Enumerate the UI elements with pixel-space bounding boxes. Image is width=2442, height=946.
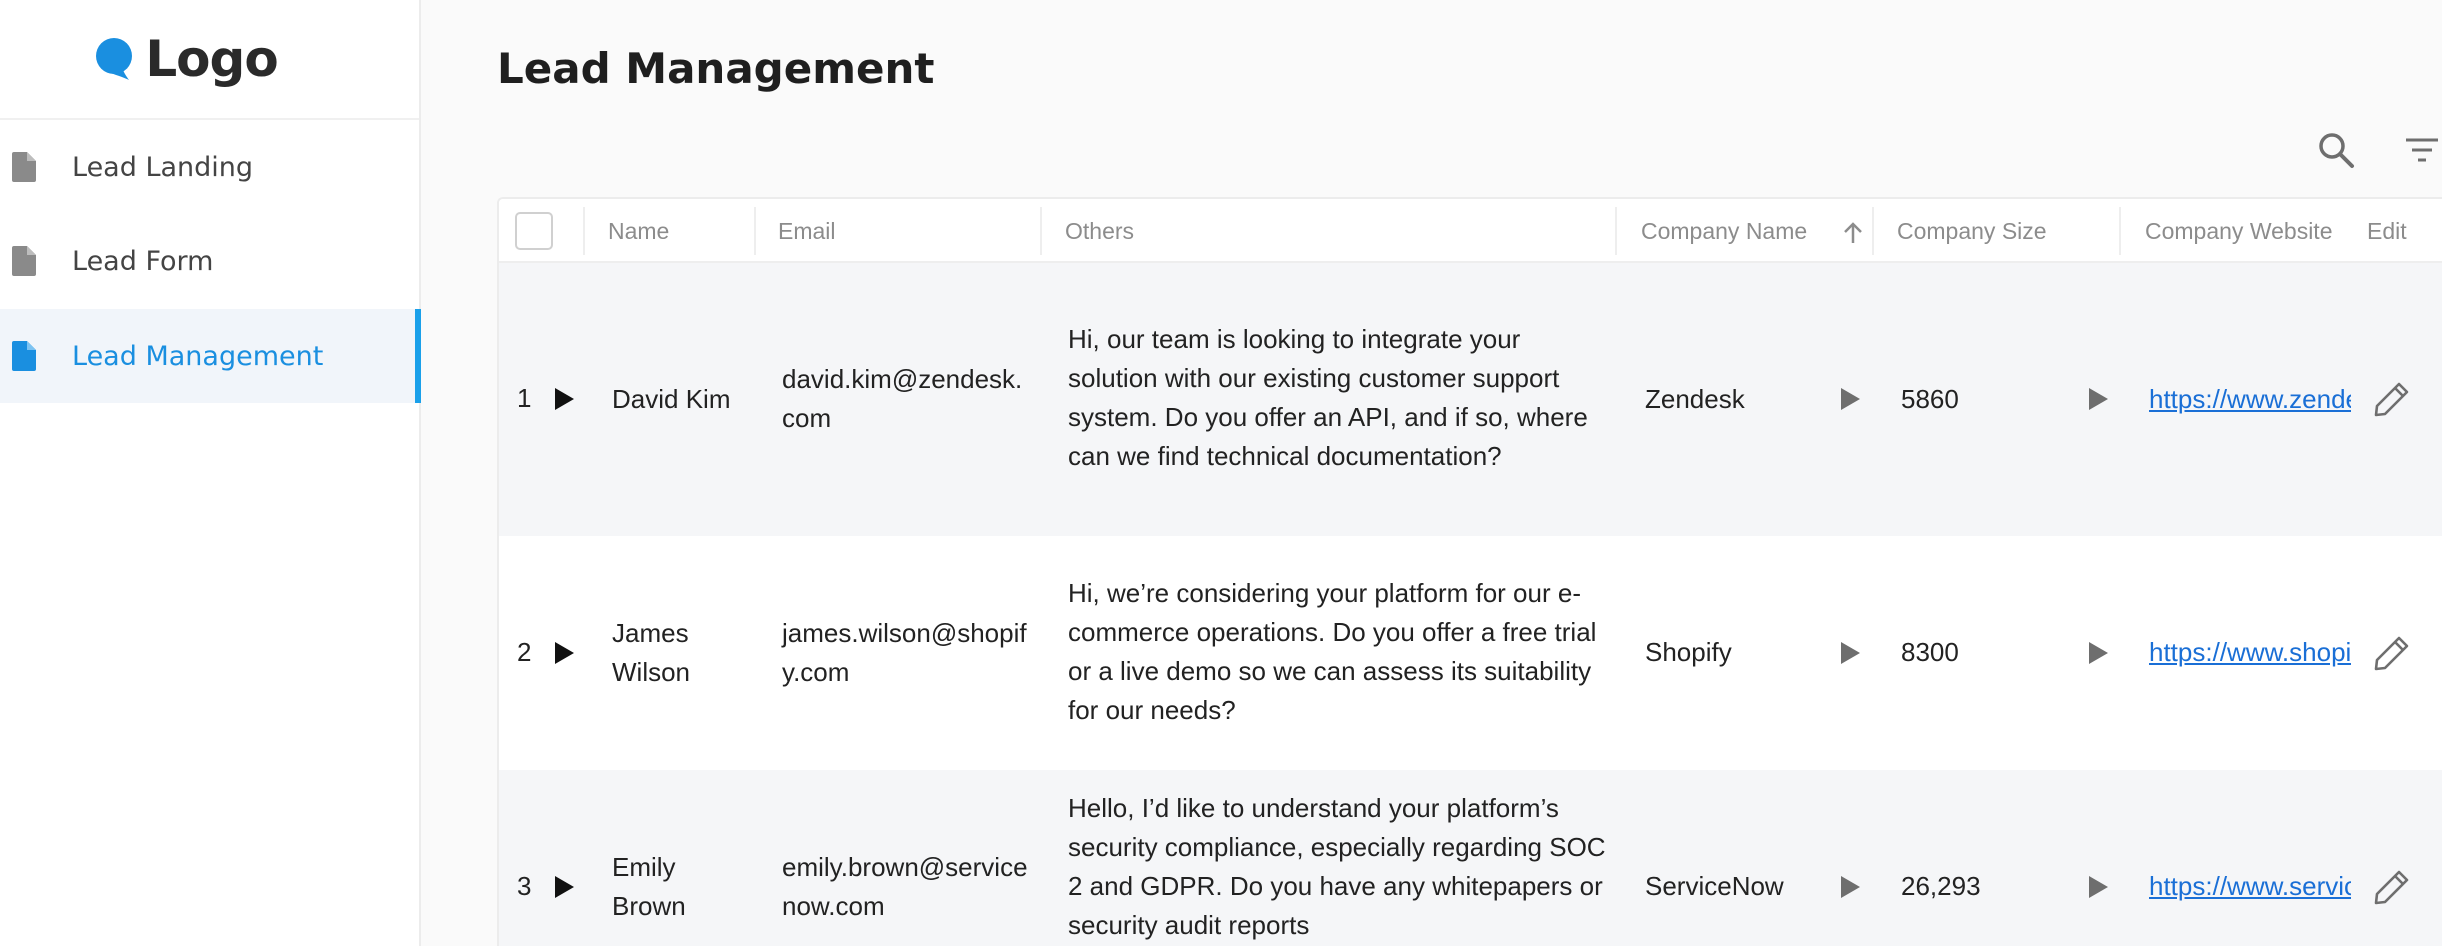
company-website-link[interactable]: https://www.servicenow.com (2149, 867, 2351, 906)
sidebar-item-lead-form[interactable]: Lead Form (0, 214, 421, 308)
logo-text: Logo (145, 30, 278, 88)
logo-icon (96, 38, 133, 80)
column-divider (1872, 207, 1874, 255)
column-divider (583, 207, 585, 255)
expand-cell-icon[interactable] (2087, 875, 2109, 899)
expand-cell-icon[interactable] (1839, 387, 1861, 411)
expand-row-icon[interactable] (553, 875, 575, 899)
leads-table: Name Email Others Company Name Company S… (497, 197, 2442, 946)
select-all-checkbox[interactable] (515, 212, 553, 250)
lead-email: james.wilson@shopify.com (782, 618, 1027, 687)
sidebar-item-label: Lead Landing (72, 151, 254, 183)
row-index: 2 (517, 637, 532, 667)
column-header-company-size[interactable]: Company Size (1897, 199, 2047, 263)
lead-email: emily.brown@servicenow.com (782, 852, 1028, 921)
column-header-others[interactable]: Others (1065, 199, 1134, 263)
lead-name: James Wilson (612, 618, 691, 687)
company-website-link[interactable]: https://www.zendesk.com (2149, 380, 2351, 419)
column-divider (2119, 207, 2121, 255)
column-header-email[interactable]: Email (778, 199, 836, 263)
expand-row-icon[interactable] (553, 641, 575, 665)
document-icon (12, 152, 36, 182)
table-header: Name Email Others Company Name Company S… (499, 199, 2442, 263)
expand-cell-icon[interactable] (2087, 387, 2109, 411)
edit-icon[interactable] (2373, 634, 2411, 672)
column-divider (1615, 207, 1617, 255)
lead-name: Emily Brown (612, 852, 686, 921)
lead-message: Hi, our team is looking to integrate you… (1068, 324, 1588, 471)
table-row[interactable]: 2 James Wilson james.wilson@shopify.com … (499, 536, 2442, 770)
row-index: 3 (517, 871, 532, 901)
sidebar-item-lead-landing[interactable]: Lead Landing (0, 120, 421, 214)
edit-icon[interactable] (2373, 868, 2411, 906)
page-title: Lead Management (497, 44, 935, 93)
company-name: Zendesk (1645, 384, 1745, 414)
company-website-link[interactable]: https://www.shopify.com (2149, 633, 2351, 672)
company-size: 8300 (1901, 637, 1959, 667)
column-header-name[interactable]: Name (608, 199, 669, 263)
expand-cell-icon[interactable] (2087, 641, 2109, 665)
lead-message: Hi, we’re considering your platform for … (1068, 578, 1597, 725)
company-name: ServiceNow (1645, 871, 1784, 901)
lead-email: david.kim@zendesk.com (782, 364, 1023, 433)
row-index: 1 (517, 383, 532, 413)
sort-ascending-icon[interactable] (1842, 221, 1864, 245)
lead-message: Hello, I’d like to understand your platf… (1068, 793, 1606, 940)
lead-name: David Kim (612, 384, 731, 414)
column-header-company-name[interactable]: Company Name (1641, 199, 1807, 263)
company-size: 26,293 (1901, 871, 1981, 901)
edit-icon[interactable] (2373, 380, 2411, 418)
expand-cell-icon[interactable] (1839, 875, 1861, 899)
company-size: 5860 (1901, 384, 1959, 414)
expand-row-icon[interactable] (553, 387, 575, 411)
column-divider (1040, 207, 1042, 255)
company-name: Shopify (1645, 637, 1732, 667)
filter-icon[interactable] (2402, 130, 2442, 170)
sidebar-item-label: Lead Management (72, 340, 324, 372)
table-row[interactable]: 1 David Kim david.kim@zendesk.com Hi, ou… (499, 263, 2442, 536)
search-icon[interactable] (2316, 130, 2356, 170)
logo[interactable]: Logo (0, 0, 419, 120)
document-icon (12, 341, 36, 371)
sidebar-item-label: Lead Form (72, 245, 214, 277)
expand-cell-icon[interactable] (1839, 641, 1861, 665)
sidebar: Logo Lead Landing Lead Form Lead Managem… (0, 0, 421, 946)
table-row[interactable]: 3 Emily Brown emily.brown@servicenow.com… (499, 770, 2442, 946)
sidebar-item-lead-management[interactable]: Lead Management (0, 309, 421, 403)
document-icon (12, 246, 36, 276)
column-header-company-website[interactable]: Company Website (2145, 199, 2333, 263)
column-divider (754, 207, 756, 255)
column-header-edit: Edit (2367, 217, 2407, 244)
